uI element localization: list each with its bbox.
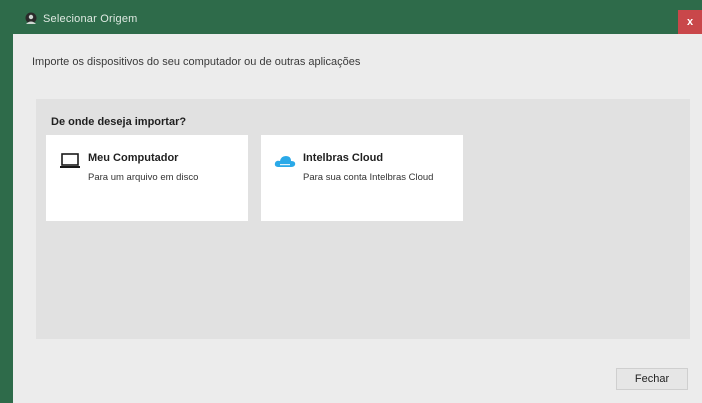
title-bar: Selecionar Origem x (0, 0, 702, 34)
window-title: Selecionar Origem (43, 13, 138, 25)
option-description: Para sua conta Intelbras Cloud (303, 172, 434, 183)
app-logo-icon (23, 12, 39, 26)
panel-heading: De onde deseja importar? (51, 116, 187, 128)
import-source-panel: De onde deseja importar? Meu Computador … (36, 99, 690, 339)
dialog-subtitle: Importe os dispositivos do seu computado… (32, 56, 361, 68)
close-dialog-button[interactable]: Fechar (616, 368, 688, 390)
option-title: Meu Computador (88, 152, 179, 164)
laptop-icon (59, 153, 81, 169)
option-title: Intelbras Cloud (303, 152, 384, 164)
dialog-body: Importe os dispositivos do seu computado… (13, 34, 702, 403)
cloud-icon (274, 153, 296, 169)
window-close-button[interactable]: x (678, 10, 702, 34)
option-intelbras-cloud[interactable]: Intelbras Cloud Para sua conta Intelbras… (261, 135, 463, 221)
option-description: Para um arquivo em disco (88, 172, 199, 183)
option-my-computer[interactable]: Meu Computador Para um arquivo em disco (46, 135, 248, 221)
